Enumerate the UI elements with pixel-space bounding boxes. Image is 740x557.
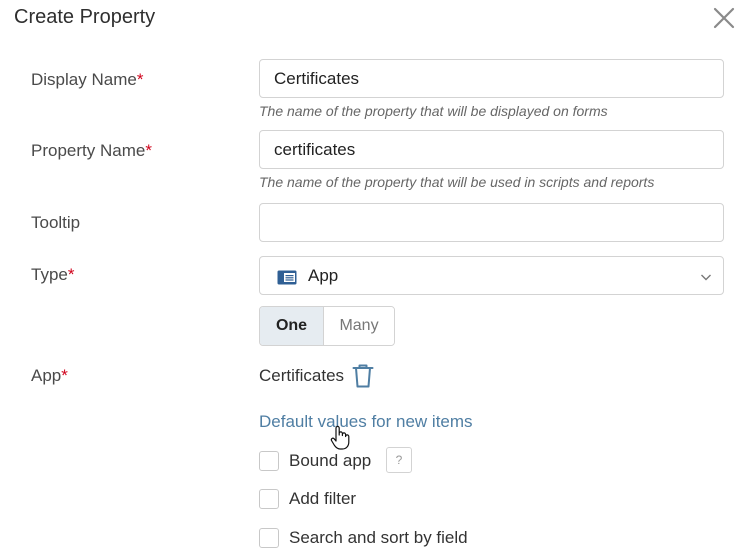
add-filter-label: Add filter xyxy=(289,489,357,508)
type-label: Type* xyxy=(31,265,75,284)
property-name-hint: The name of the property that will be us… xyxy=(259,174,655,190)
add-filter-checkbox[interactable] xyxy=(259,489,279,509)
close-icon[interactable] xyxy=(710,4,738,32)
required-mark: * xyxy=(67,265,75,284)
dialog-title: Create Property xyxy=(14,6,156,28)
display-name-label: Display Name* xyxy=(31,70,144,89)
default-values-link[interactable]: Default values for new items xyxy=(259,412,473,432)
bound-app-label: Bound app xyxy=(289,451,372,470)
chevron-down-icon xyxy=(700,270,712,288)
cardinality-one-button[interactable]: One xyxy=(260,307,324,345)
display-name-hint: The name of the property that will be di… xyxy=(259,103,608,119)
property-name-label: Property Name* xyxy=(31,141,152,160)
required-mark: * xyxy=(145,141,152,160)
search-sort-checkbox[interactable] xyxy=(259,528,279,548)
cardinality-toggle: One Many xyxy=(259,306,395,346)
app-icon xyxy=(277,270,297,290)
display-name-input[interactable] xyxy=(259,59,724,98)
required-mark: * xyxy=(61,366,68,385)
app-value: Certificates xyxy=(259,366,345,385)
property-name-input[interactable] xyxy=(259,130,724,169)
trash-icon[interactable] xyxy=(352,363,374,394)
tooltip-input[interactable] xyxy=(259,203,724,242)
search-sort-label: Search and sort by field xyxy=(289,528,468,547)
required-mark: * xyxy=(136,70,144,89)
bound-app-checkbox[interactable] xyxy=(259,451,279,471)
app-label: App* xyxy=(31,366,68,385)
help-icon[interactable]: ? xyxy=(386,447,412,473)
cardinality-many-button[interactable]: Many xyxy=(324,307,394,345)
tooltip-label: Tooltip xyxy=(31,213,81,232)
type-select-value: App xyxy=(308,266,339,285)
type-select[interactable]: App xyxy=(259,256,724,295)
